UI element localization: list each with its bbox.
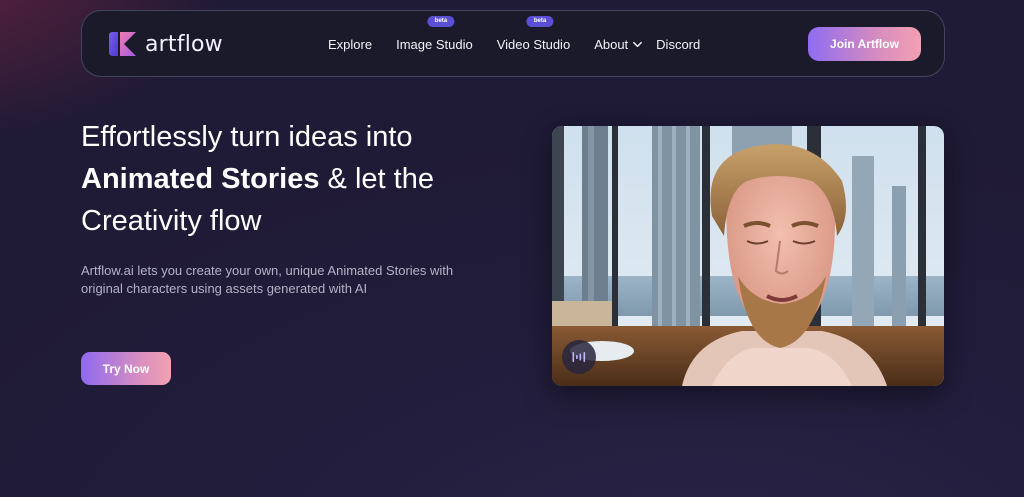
- hero-title: Effortlessly turn ideas into Animated St…: [81, 116, 501, 242]
- logo-wordmark: artflow: [145, 31, 223, 57]
- nav-explore[interactable]: Explore: [328, 37, 372, 52]
- audio-toggle-button[interactable]: [562, 340, 596, 374]
- beta-badge: beta: [526, 16, 554, 27]
- try-now-button[interactable]: Try Now: [81, 352, 171, 385]
- nav-image-studio[interactable]: beta Image Studio: [396, 16, 473, 52]
- hero-title-bold: Animated Stories: [81, 163, 320, 195]
- hero-title-line1: Effortlessly turn ideas into: [81, 121, 413, 153]
- nav-discord-label: Discord: [656, 37, 701, 52]
- nav-about-label: About: [594, 37, 629, 52]
- audio-waveform-icon: [572, 352, 586, 362]
- chevron-down-icon: [633, 41, 643, 48]
- video-frame-image: [552, 126, 944, 386]
- nav-video-studio-label: Video Studio: [496, 37, 571, 52]
- hero-video-player[interactable]: [552, 126, 944, 386]
- nav-discord[interactable]: Discord: [656, 37, 700, 52]
- nav-explore-label: Explore: [328, 37, 373, 52]
- nav-video-studio[interactable]: beta Video Studio: [496, 16, 571, 52]
- top-navbar: artflow Explore beta Image Studio beta V…: [81, 10, 945, 77]
- nav-links: Explore beta Image Studio beta Video Stu…: [328, 11, 724, 78]
- artflow-logo-icon: [109, 32, 136, 56]
- hero-title-line3: Creativity flow: [81, 205, 262, 237]
- artflow-logo[interactable]: artflow: [106, 31, 223, 57]
- hero-title-mid: & let the: [319, 163, 434, 195]
- nav-image-studio-label: Image Studio: [396, 37, 473, 52]
- join-artflow-button[interactable]: Join Artflow: [808, 27, 921, 61]
- hero-description: Artflow.ai lets you create your own, uni…: [81, 263, 454, 296]
- beta-badge: beta: [427, 16, 455, 27]
- nav-about-dropdown[interactable]: About: [594, 37, 643, 52]
